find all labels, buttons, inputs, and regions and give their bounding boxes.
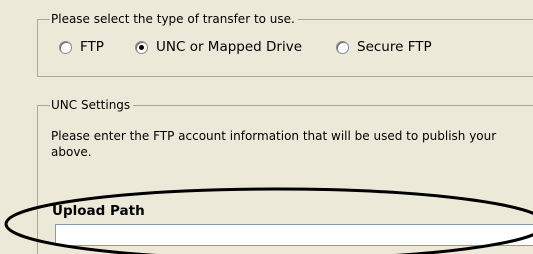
unc-settings-legend: UNC Settings — [50, 97, 134, 113]
radio-unc-circle[interactable] — [135, 40, 148, 54]
unc-settings-group: UNC Settings Please enter the FTP accoun… — [37, 97, 533, 254]
transfer-type-group: Please select the type of transfer to us… — [37, 11, 533, 77]
unc-description-text: Please enter the FTP account information… — [51, 129, 497, 159]
radio-unc-mapped-drive[interactable]: UNC or Mapped Drive — [135, 38, 302, 56]
radio-ftp-circle[interactable] — [59, 40, 72, 54]
radio-sftp-circle[interactable] — [336, 40, 349, 54]
radio-sftp-label[interactable]: Secure FTP — [357, 38, 432, 56]
settings-window: Please select the type of transfer to us… — [0, 0, 533, 254]
transfer-type-radio-row: FTP UNC or Mapped Drive Secure FTP — [47, 38, 527, 56]
upload-path-label: Upload Path — [52, 203, 145, 219]
radio-ftp[interactable]: FTP — [59, 38, 104, 56]
transfer-type-legend: Please select the type of transfer to us… — [50, 11, 298, 27]
radio-unc-label[interactable]: UNC or Mapped Drive — [156, 38, 302, 56]
radio-secure-ftp[interactable]: Secure FTP — [336, 38, 432, 56]
radio-ftp-label[interactable]: FTP — [80, 38, 104, 56]
upload-path-input[interactable] — [55, 224, 533, 246]
